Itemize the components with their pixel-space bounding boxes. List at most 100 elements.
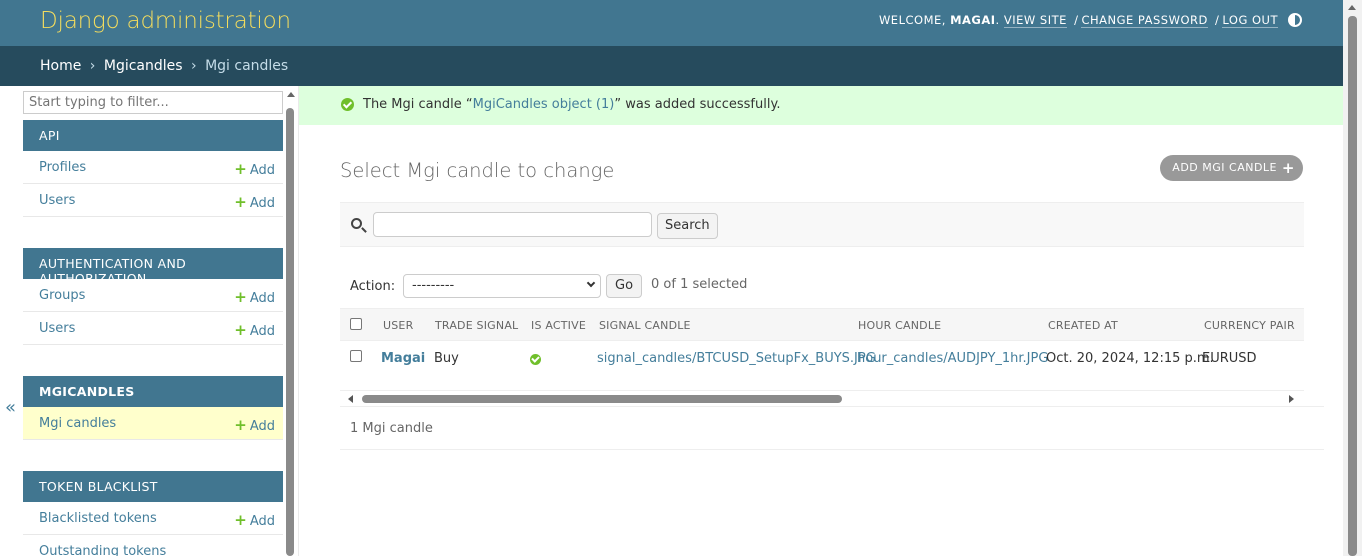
add-link[interactable]: + Add	[234, 288, 275, 306]
action-label: Action:	[350, 279, 396, 294]
breadcrumb-current: Mgi candles	[205, 58, 289, 74]
add-link[interactable]: + Add	[234, 321, 275, 339]
collapse-sidebar-icon[interactable]: «	[5, 397, 16, 418]
column-header-currency-pair[interactable]: Currency pair	[1204, 319, 1295, 332]
add-label: Add	[249, 196, 275, 211]
add-link[interactable]: + Add	[234, 160, 275, 178]
table-header: User Trade signal Is active Signal candl…	[340, 308, 1304, 341]
add-icon: +	[234, 193, 247, 211]
scroll-up-icon[interactable]	[1348, 5, 1356, 10]
window-scrollbar[interactable]	[1343, 0, 1362, 556]
sidebar-item-groups[interactable]: Groups + Add	[23, 279, 283, 312]
go-button[interactable]: Go	[606, 274, 643, 298]
username: Magai	[950, 13, 996, 27]
row-hour-candle-link[interactable]: hour_candles/AUDJPY_1hr.JPG	[857, 351, 1048, 366]
log-out-link[interactable]: Log out	[1222, 13, 1278, 28]
breadcrumb-app[interactable]: Mgicandles	[104, 58, 183, 74]
row-trade-signal: Buy	[434, 351, 459, 366]
row-signal-candle-link[interactable]: signal_candles/BTCUSD_SetupFx_BUYS.JPG	[597, 351, 876, 366]
module-caption-token-blacklist[interactable]: Token Blacklist	[23, 471, 283, 502]
add-link[interactable]: + Add	[234, 511, 275, 529]
model-link[interactable]: Mgi candles	[39, 416, 116, 431]
message-object-link[interactable]: MgiCandles object (1)	[473, 97, 615, 112]
actions-bar: Action: --------- Go 0 of 1 selected	[340, 272, 1304, 308]
module-caption-api[interactable]: API	[23, 120, 283, 151]
sidebar-item-mgi-candles[interactable]: Mgi candles + Add	[23, 407, 283, 440]
sidebar-item-auth-users[interactable]: Users + Add	[23, 312, 283, 345]
action-counter: 0 of 1 selected	[651, 277, 748, 292]
add-mgi-candle-button[interactable]: Add Mgi candle +	[1160, 155, 1303, 181]
search-input[interactable]	[373, 212, 652, 237]
active-true-icon	[530, 354, 541, 365]
separator: /	[1215, 13, 1220, 27]
column-header-is-active[interactable]: Is active	[531, 319, 586, 332]
breadcrumb-separator: ›	[191, 58, 197, 74]
model-link[interactable]: Users	[39, 321, 75, 336]
success-message: The Mgi candle “MgiCandles object (1)” w…	[299, 86, 1344, 125]
user-tools: Welcome, Magai. View site / Change passwo…	[878, 13, 1278, 28]
add-button-label: Add Mgi candle	[1172, 161, 1277, 174]
message-prefix: The Mgi candle “	[363, 97, 473, 112]
model-link[interactable]: Blacklisted tokens	[39, 511, 157, 526]
sidebar-item-outstanding-tokens[interactable]: Outstanding tokens	[23, 535, 283, 556]
search-icon	[351, 218, 362, 229]
column-header-trade-signal[interactable]: Trade signal	[435, 319, 518, 332]
column-header-hour-candle[interactable]: Hour candle	[858, 319, 941, 332]
column-header-signal-candle[interactable]: Signal candle	[599, 319, 691, 332]
breadcrumb-home[interactable]: Home	[40, 58, 81, 74]
add-label: Add	[249, 324, 275, 339]
add-label: Add	[249, 163, 275, 178]
scrollbar-thumb[interactable]	[1348, 16, 1357, 556]
paginator: 1 Mgi candle	[340, 406, 1324, 450]
action-select[interactable]: ---------	[403, 274, 601, 298]
scrollbar-thumb[interactable]	[286, 108, 294, 556]
sidebar-item-users[interactable]: Users + Add	[23, 184, 283, 217]
column-header-user[interactable]: User	[383, 319, 413, 332]
add-icon: +	[234, 416, 247, 434]
table-horizontal-scrollbar[interactable]	[340, 390, 1304, 406]
sidebar-item-profiles[interactable]: Profiles + Add	[23, 151, 283, 184]
row-checkbox[interactable]	[350, 350, 362, 362]
module-caption-mgicandles[interactable]: Mgicandles	[23, 376, 283, 407]
chevron-down-icon	[586, 278, 596, 288]
add-link[interactable]: + Add	[234, 416, 275, 434]
add-icon: +	[234, 160, 247, 178]
scroll-left-icon[interactable]	[348, 395, 353, 403]
nav-filter-input[interactable]	[23, 91, 283, 114]
toggle-nav-sidebar[interactable]: «	[0, 86, 22, 556]
scrollbar-thumb[interactable]	[362, 395, 842, 403]
breadcrumb-separator: ›	[89, 58, 96, 74]
scroll-up-icon[interactable]	[287, 92, 295, 97]
add-label: Add	[249, 419, 275, 434]
result-list-table: User Trade signal Is active Signal candl…	[340, 308, 1304, 390]
success-check-icon	[341, 98, 354, 111]
model-link[interactable]: Outstanding tokens	[39, 544, 166, 556]
sidebar-item-blacklisted-tokens[interactable]: Blacklisted tokens + Add	[23, 502, 283, 535]
column-header-created-at[interactable]: Created at	[1048, 319, 1118, 332]
add-label: Add	[249, 514, 275, 529]
welcome-text: Welcome,	[878, 13, 946, 27]
breadcrumb: Home › Mgicandles › Mgi candles	[0, 46, 1362, 86]
sidebar-scrollbar[interactable]	[285, 90, 297, 556]
message-suffix: ” was added successfully.	[614, 97, 781, 112]
add-label: Add	[249, 291, 275, 306]
model-link[interactable]: Groups	[39, 288, 85, 303]
module-caption-auth[interactable]: Authentication and Authorization	[23, 248, 283, 286]
model-link[interactable]: Users	[39, 193, 75, 208]
add-link[interactable]: + Add	[234, 193, 275, 211]
plus-icon: +	[1281, 159, 1295, 177]
row-user-link[interactable]: Magai	[381, 351, 425, 366]
model-link[interactable]: Profiles	[39, 160, 86, 175]
scroll-right-icon[interactable]	[1289, 395, 1294, 403]
table-row: Magai Buy signal_candles/BTCUSD_SetupFx_…	[340, 341, 1304, 377]
theme-toggle-icon[interactable]	[1288, 13, 1302, 27]
search-toolbar: Search	[340, 202, 1304, 247]
search-button[interactable]: Search	[657, 213, 718, 239]
site-branding[interactable]: Django administration	[40, 8, 291, 34]
add-icon: +	[234, 321, 247, 339]
select-all-checkbox[interactable]	[350, 318, 362, 330]
action-selected-value: ---------	[412, 278, 455, 293]
change-password-link[interactable]: Change password	[1081, 13, 1208, 28]
view-site-link[interactable]: View site	[1003, 13, 1067, 28]
add-icon: +	[234, 288, 247, 306]
